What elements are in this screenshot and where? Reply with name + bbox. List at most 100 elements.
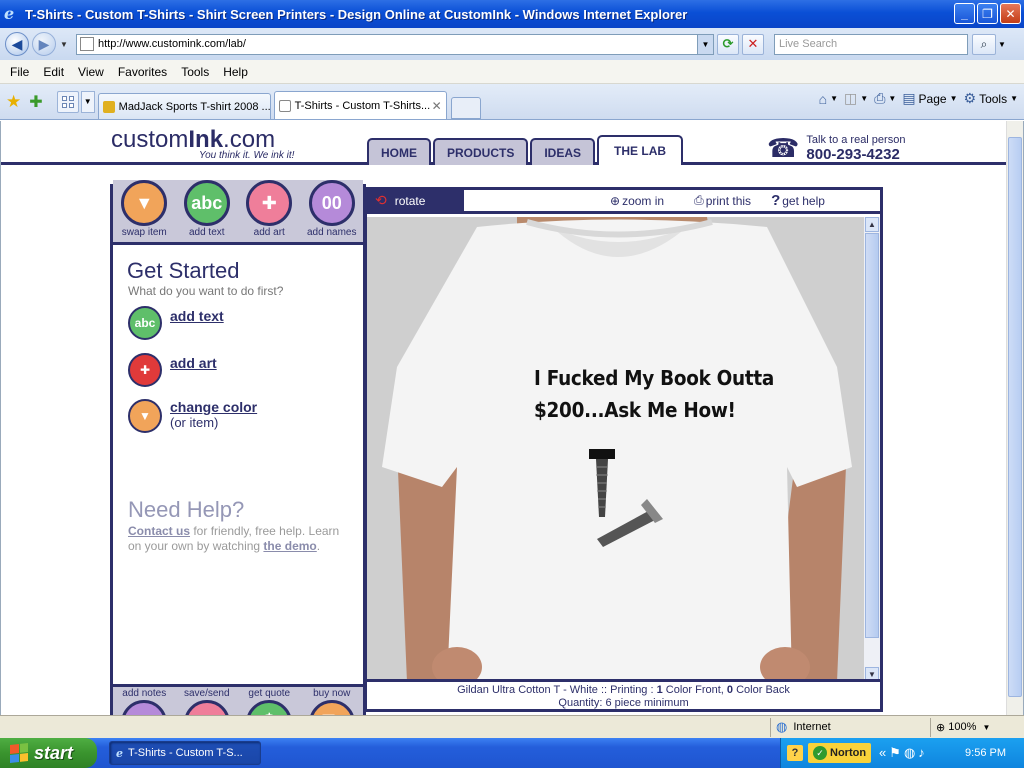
add-art-button[interactable]: ✚ add art: [238, 180, 300, 242]
shirt-preview[interactable]: I Fucked My Book Outta $200...Ask Me How…: [367, 217, 880, 682]
back-button[interactable]: ◀: [5, 32, 29, 56]
need-help-text: Contact us for friendly, free help. Lear…: [128, 524, 353, 554]
contact-us-link[interactable]: Contact us: [128, 524, 190, 538]
help-text-part: .: [316, 539, 321, 553]
demo-link[interactable]: the demo: [263, 539, 316, 553]
maximize-button[interactable]: ❐: [977, 3, 998, 24]
taskbar: start e T-Shirts - Custom T-S... ? ✓ Nor…: [0, 738, 1024, 768]
print-button[interactable]: ⎙ ▼: [874, 90, 896, 107]
stop-button[interactable]: ✕: [742, 33, 764, 55]
add-to-favorites-icon[interactable]: ✚: [29, 92, 42, 112]
new-tab-button[interactable]: [450, 97, 481, 119]
add-text-link[interactable]: add text: [170, 308, 224, 324]
address-url[interactable]: http://www.customink.com/lab/: [98, 38, 246, 50]
zoom-level[interactable]: ⊕ 100% ▼: [930, 717, 1020, 737]
get-help-button[interactable]: ? get help: [771, 192, 825, 209]
home-button[interactable]: ⌂ ▼: [819, 91, 838, 107]
forward-button[interactable]: ▶: [32, 32, 56, 56]
product-details: Gildan Ultra Cotton T - White :: Printin…: [367, 684, 880, 697]
quick-tabs-button[interactable]: [56, 90, 79, 113]
minimize-button[interactable]: _: [954, 3, 975, 24]
shirt-icon: ▼: [128, 399, 162, 433]
scroll-up-icon[interactable]: ▲: [865, 217, 879, 232]
tab-list-dropdown[interactable]: ▼: [80, 90, 95, 113]
menu-view[interactable]: View: [71, 65, 111, 79]
close-button[interactable]: ✕: [1000, 3, 1021, 24]
window-controls: _ ❐ ✕: [954, 3, 1021, 24]
canvas-scrollbar[interactable]: ▲ ▼: [864, 217, 880, 682]
menu-favorites[interactable]: Favorites: [111, 65, 174, 79]
search-options-dropdown[interactable]: ▼: [996, 40, 1008, 49]
recent-pages-dropdown[interactable]: ▼: [58, 40, 70, 49]
nav-the-lab[interactable]: THE LAB: [597, 135, 684, 165]
browser-tab-madjack[interactable]: MadJack Sports T-shirt 2008 ...: [97, 93, 271, 119]
add-names-button[interactable]: 00 add names: [301, 180, 363, 242]
help-text-part: for friendly, free help.: [190, 524, 306, 538]
printer-icon: ⎙: [874, 90, 886, 106]
need-help-title: Need Help?: [128, 497, 245, 522]
live-search-input[interactable]: Live Search: [774, 33, 968, 55]
change-color-action[interactable]: ▼ change color (or item): [128, 399, 257, 433]
feeds-button[interactable]: ◫ ▼: [844, 90, 868, 107]
swap-item-button[interactable]: ▼ swap item: [113, 180, 175, 242]
change-color-link[interactable]: change color: [170, 399, 257, 415]
get-help-label: get help: [782, 193, 825, 208]
design-text[interactable]: I Fucked My Book Outta $200...Ask Me How…: [534, 362, 774, 426]
nav-ideas[interactable]: IDEAS: [530, 138, 596, 165]
tray-icons: « ⚑ ◍ ♪: [879, 745, 925, 761]
get-started-title: Get Started: [127, 258, 240, 283]
add-art-link[interactable]: add art: [170, 355, 217, 371]
page-scrollbar[interactable]: [1006, 121, 1023, 715]
menu-tools[interactable]: Tools: [174, 65, 216, 79]
taskbar-item-ie[interactable]: e T-Shirts - Custom T-S...: [109, 741, 261, 765]
zoom-in-button[interactable]: ⊕ zoom in: [610, 194, 664, 208]
menu-edit[interactable]: Edit: [36, 65, 71, 79]
telephone-icon: ☎: [767, 133, 800, 163]
add-text-action[interactable]: abc add text: [128, 306, 224, 340]
menu-file[interactable]: File: [3, 65, 36, 79]
nav-products[interactable]: PRODUCTS: [433, 138, 529, 165]
norton-button[interactable]: ✓ Norton: [808, 743, 872, 763]
add-art-action[interactable]: ✚ add art: [128, 353, 217, 387]
tool-label: add notes: [122, 688, 167, 699]
tool-label: save/send: [183, 688, 230, 699]
design-canvas: ⟲ rotate ⊕ zoom in ⎙ print this ? get help: [364, 187, 883, 712]
volume-icon[interactable]: ♪: [918, 745, 925, 761]
network-icon[interactable]: ⚑: [889, 745, 901, 761]
browser-tab-customink[interactable]: T-Shirts - Custom T-Shirts... ✕: [273, 91, 447, 119]
search-button[interactable]: ⌕: [972, 33, 996, 55]
rotate-button[interactable]: ⟲ rotate: [367, 188, 464, 213]
start-button[interactable]: start: [0, 738, 97, 768]
address-dropdown[interactable]: ▼: [697, 34, 713, 54]
get-started-subtitle: What do you want to do first?: [128, 284, 284, 298]
page-menu[interactable]: ▤ Page ▼: [902, 90, 957, 107]
address-bar[interactable]: http://www.customink.com/lab/ ▼: [76, 33, 714, 55]
madjack-favicon-icon: [102, 100, 115, 113]
tshirt-model-image: [367, 217, 864, 682]
product-text: Color Back: [733, 684, 790, 696]
globe-icon[interactable]: ◍: [904, 745, 915, 761]
page-scroll-thumb[interactable]: [1008, 137, 1022, 697]
scroll-thumb[interactable]: [865, 233, 879, 638]
print-this-button[interactable]: ⎙ print this: [694, 193, 751, 208]
art-icon: ✚: [246, 180, 293, 226]
favorites-center-star-icon[interactable]: ★: [6, 92, 21, 112]
window-title: T-Shirts - Custom T-Shirts - Shirt Scree…: [25, 6, 688, 22]
help-icon[interactable]: ?: [787, 745, 803, 761]
add-text-button[interactable]: abc add text: [176, 180, 238, 242]
tool-label: add names: [307, 227, 357, 238]
question-icon: ?: [771, 192, 781, 209]
menu-help[interactable]: Help: [216, 65, 255, 79]
close-tab-icon[interactable]: ✕: [432, 99, 442, 113]
magnifier-icon: ⊕: [610, 193, 621, 208]
tab-label: T-Shirts - Custom T-Shirts...: [294, 99, 431, 112]
text-icon: abc: [128, 306, 162, 340]
nav-home[interactable]: HOME: [367, 138, 431, 165]
shirt-icon: ▼: [121, 180, 168, 226]
magnifier-icon: ⊕: [936, 721, 946, 734]
tools-menu[interactable]: ⚙ Tools ▼: [964, 90, 1019, 107]
zone-label: Internet: [793, 721, 831, 733]
collapse-tray-icon[interactable]: «: [879, 745, 886, 761]
refresh-button[interactable]: ⟳: [717, 33, 739, 55]
product-info: Gildan Ultra Cotton T - White :: Printin…: [367, 679, 880, 709]
